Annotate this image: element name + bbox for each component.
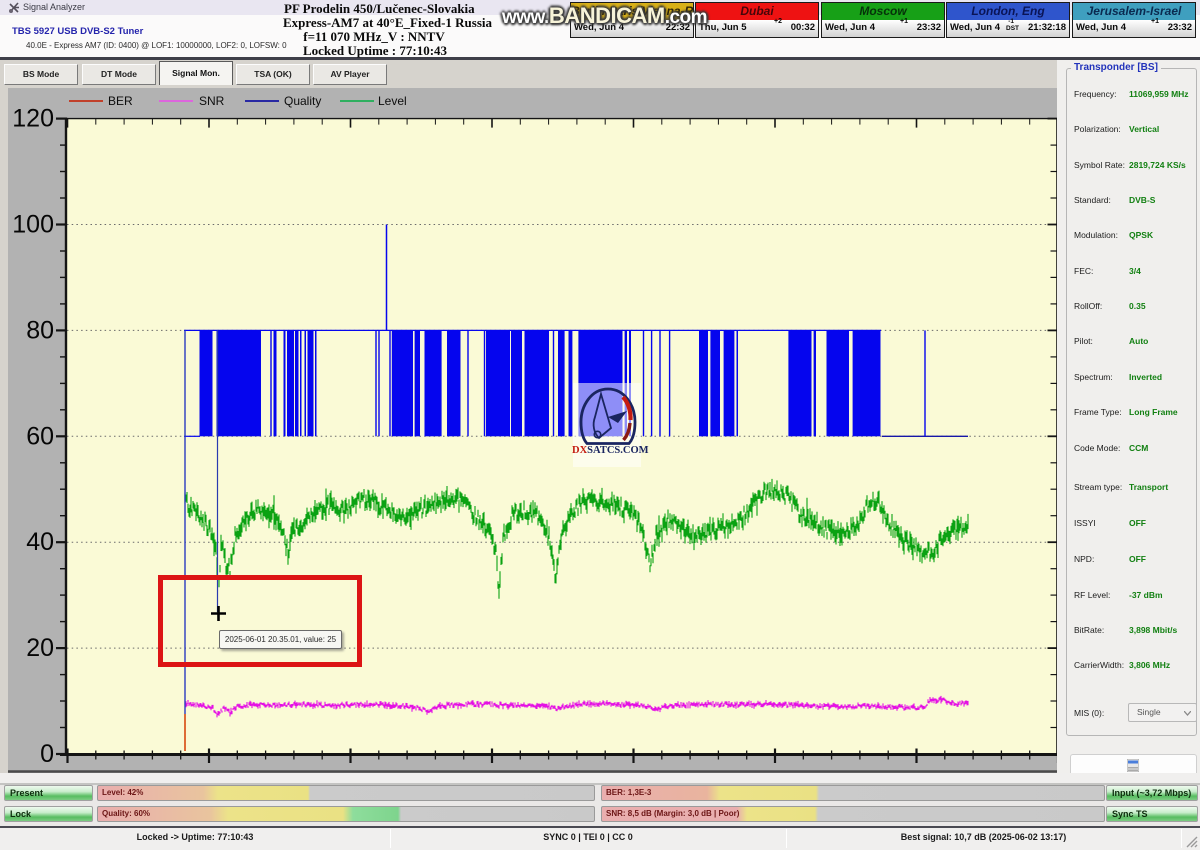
svg-text:100: 100	[12, 211, 54, 239]
svg-text:80: 80	[26, 316, 54, 344]
svg-text:0: 0	[40, 740, 54, 768]
svg-text:20: 20	[26, 634, 54, 662]
svg-text:40: 40	[26, 528, 54, 556]
svg-text:60: 60	[26, 422, 54, 450]
svg-text:120: 120	[12, 105, 54, 133]
